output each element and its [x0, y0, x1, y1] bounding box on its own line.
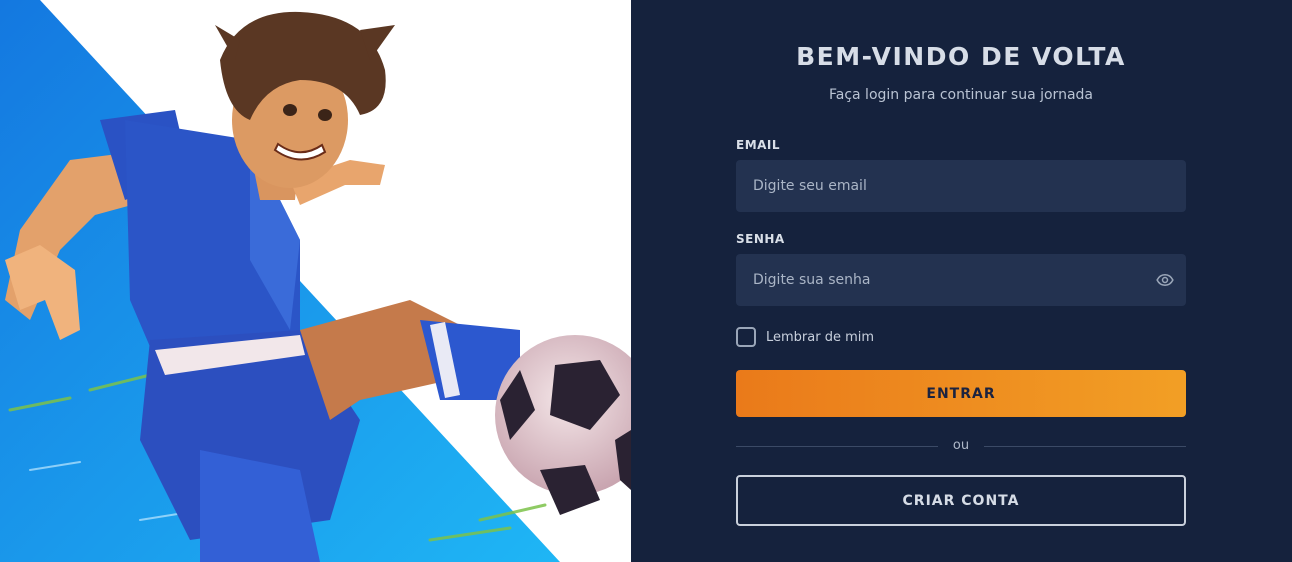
remember-label: Lembrar de mim	[766, 329, 875, 345]
page-title: BEM-VINDO DE VOLTA	[796, 42, 1126, 71]
create-account-button[interactable]: CRIAR CONTA	[736, 475, 1186, 526]
email-input[interactable]	[736, 160, 1186, 212]
password-input[interactable]	[736, 254, 1186, 306]
divider: ou	[736, 438, 1186, 456]
divider-line-right	[984, 446, 1186, 447]
soccer-player-illustration	[0, 0, 631, 562]
remember-me[interactable]: Lembrar de mim	[736, 325, 874, 349]
email-field-container	[736, 160, 1186, 212]
hero-illustration	[0, 0, 631, 562]
password-field-container	[736, 254, 1186, 306]
email-label: EMAIL	[736, 138, 781, 152]
password-label: SENHA	[736, 232, 785, 246]
login-button[interactable]: ENTRAR	[736, 370, 1186, 417]
login-page: BEM-VINDO DE VOLTA Faça login para conti…	[0, 0, 1292, 562]
eye-icon[interactable]	[1156, 271, 1174, 289]
login-panel: BEM-VINDO DE VOLTA Faça login para conti…	[631, 0, 1292, 562]
page-subtitle: Faça login para continuar sua jornada	[828, 87, 1093, 103]
remember-checkbox[interactable]	[736, 327, 756, 347]
